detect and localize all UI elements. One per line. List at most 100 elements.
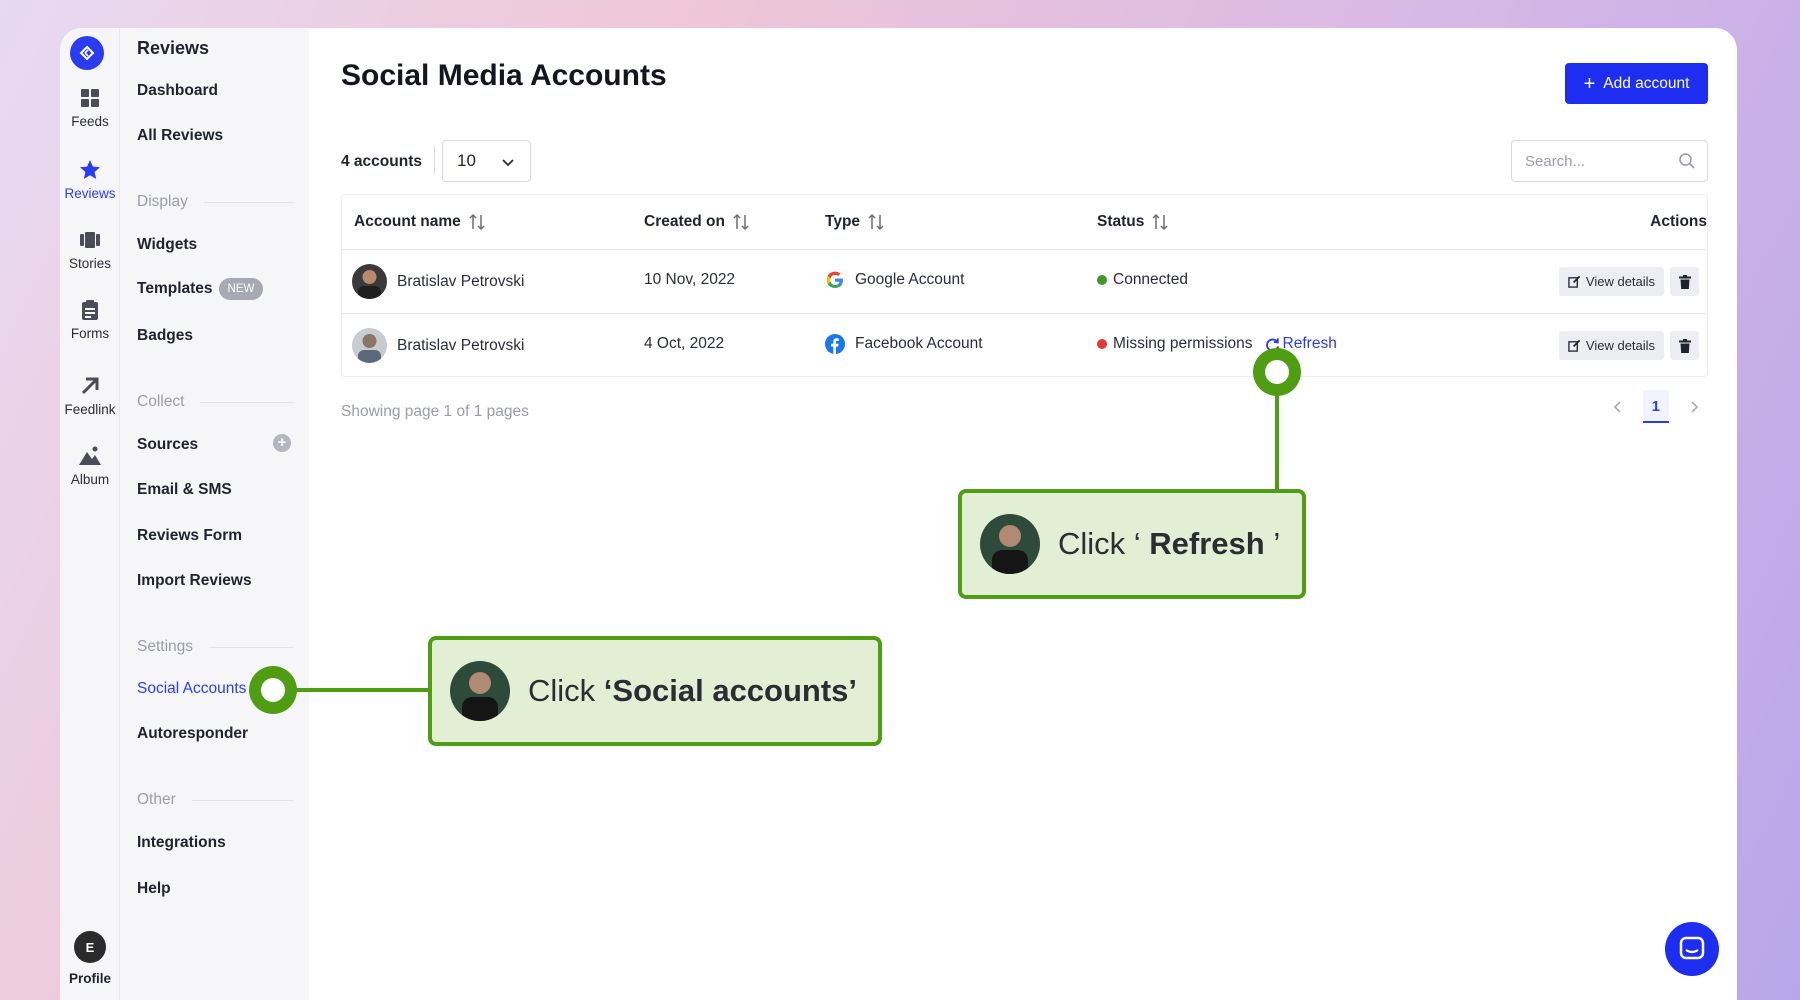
grid-icon bbox=[81, 89, 99, 107]
search-placeholder: Search... bbox=[1525, 152, 1586, 170]
sidebar-item-help[interactable]: Help bbox=[137, 880, 171, 898]
column-header-created[interactable]: Created on bbox=[644, 213, 749, 231]
type-cell: Facebook Account bbox=[825, 334, 983, 354]
sort-icon bbox=[469, 213, 485, 231]
chat-launcher-button[interactable] bbox=[1665, 922, 1719, 976]
per-page-select[interactable]: 10 bbox=[442, 140, 531, 182]
search-icon bbox=[1679, 153, 1695, 169]
search-input[interactable]: Search... bbox=[1511, 140, 1708, 182]
clipboard-icon bbox=[82, 300, 98, 320]
rail-label: Reviews bbox=[64, 186, 116, 201]
add-account-button[interactable]: + Add account bbox=[1565, 63, 1708, 104]
sort-icon bbox=[733, 213, 749, 231]
new-badge: NEW bbox=[218, 278, 264, 300]
sidebar-item-reviews-form[interactable]: Reviews Form bbox=[137, 527, 242, 545]
view-details-button[interactable]: View details bbox=[1559, 267, 1664, 296]
presenter-avatar bbox=[980, 514, 1040, 574]
table-row: Bratislav Petrovski 4 Oct, 2022 Facebook… bbox=[342, 313, 1707, 376]
sidebar-item-integrations[interactable]: Integrations bbox=[137, 834, 226, 852]
rail-label: Feeds bbox=[71, 114, 109, 129]
avatar: E bbox=[74, 931, 106, 963]
account-name: Bratislav Petrovski bbox=[397, 336, 525, 354]
chevron-left-icon[interactable] bbox=[1613, 400, 1623, 413]
sidebar-item-badges[interactable]: Badges bbox=[137, 327, 193, 345]
per-page-value: 10 bbox=[457, 151, 476, 170]
pagination-summary: Showing page 1 of 1 pages bbox=[341, 403, 529, 420]
sidebar-item-dashboard[interactable]: Dashboard bbox=[137, 82, 218, 100]
callout-text: Click ‘Social accounts’ bbox=[528, 673, 857, 709]
add-source-icon[interactable]: + bbox=[273, 434, 291, 452]
section-other: Other bbox=[137, 791, 293, 809]
section-label: Other bbox=[137, 791, 176, 808]
sidebar-item-all-reviews[interactable]: All Reviews bbox=[137, 127, 223, 145]
table-header: Account name Created on Type Status Acti… bbox=[342, 195, 1707, 250]
rail-item-forms[interactable]: Forms bbox=[60, 298, 120, 341]
sort-icon bbox=[1152, 213, 1168, 231]
chevron-right-icon[interactable] bbox=[1689, 400, 1699, 413]
sidebar-item-social-accounts[interactable]: Social Accounts bbox=[137, 680, 246, 698]
column-label: Actions bbox=[1650, 213, 1707, 230]
page-button[interactable]: 1 bbox=[1642, 390, 1669, 423]
column-label: Type bbox=[825, 213, 861, 230]
callout-pin bbox=[249, 666, 297, 714]
sidebar-item-templates[interactable]: Templates NEW bbox=[137, 278, 264, 300]
profile-label: Profile bbox=[68, 971, 111, 986]
refresh-label: Refresh bbox=[1282, 335, 1337, 352]
icon-rail: Feeds Reviews Stories Forms Feedlink Alb… bbox=[60, 28, 120, 1000]
rail-item-feedlink[interactable]: Feedlink bbox=[60, 374, 120, 417]
mountain-icon bbox=[79, 446, 101, 465]
trash-icon bbox=[1678, 338, 1691, 353]
page-title: Social Media Accounts bbox=[341, 59, 667, 92]
rail-label: Stories bbox=[68, 256, 112, 271]
sidebar-item-sources[interactable]: Sources bbox=[137, 436, 198, 454]
callout-refresh: Click ‘ Refresh ’ bbox=[958, 489, 1306, 599]
created-cell: 10 Nov, 2022 bbox=[644, 271, 736, 288]
column-header-status[interactable]: Status bbox=[1097, 213, 1168, 231]
rail-label: Album bbox=[70, 472, 110, 487]
app-logo-icon[interactable] bbox=[70, 36, 104, 70]
column-header-account[interactable]: Account name bbox=[354, 213, 485, 231]
status-dot bbox=[1097, 275, 1107, 285]
section-collect: Collect bbox=[137, 393, 293, 411]
callout-connector bbox=[290, 688, 430, 692]
arrow-up-right-icon bbox=[81, 377, 99, 395]
view-details-button[interactable]: View details bbox=[1559, 331, 1664, 360]
account-type: Facebook Account bbox=[855, 335, 983, 352]
rail-label: Feedlink bbox=[64, 402, 116, 417]
callout-text: Click ‘ Refresh ’ bbox=[1058, 526, 1280, 562]
sidebar-item-email-sms[interactable]: Email & SMS bbox=[137, 481, 232, 499]
column-label: Created on bbox=[644, 213, 725, 230]
rail-item-reviews[interactable]: Reviews bbox=[60, 158, 120, 201]
stories-icon bbox=[80, 232, 100, 248]
delete-button[interactable] bbox=[1670, 331, 1699, 360]
pagination: 1 bbox=[1613, 390, 1699, 423]
rail-item-stories[interactable]: Stories bbox=[60, 228, 120, 271]
sidebar-item-widgets[interactable]: Widgets bbox=[137, 236, 197, 254]
account-cell: Bratislav Petrovski bbox=[352, 328, 524, 363]
callout-suffix: ’ bbox=[1264, 526, 1281, 561]
trash-icon bbox=[1678, 274, 1691, 289]
rail-label: Forms bbox=[70, 326, 110, 341]
account-type: Google Account bbox=[855, 271, 965, 288]
callout-pin bbox=[1253, 348, 1301, 396]
section-display: Display bbox=[137, 193, 293, 211]
callout-prefix: Click ‘ bbox=[1058, 526, 1150, 561]
account-count: 4 accounts bbox=[341, 153, 422, 170]
column-header-type[interactable]: Type bbox=[825, 213, 884, 231]
chevron-down-icon bbox=[502, 159, 514, 167]
plus-icon: + bbox=[1583, 72, 1596, 95]
created-cell: 4 Oct, 2022 bbox=[644, 335, 725, 352]
rail-item-album[interactable]: Album bbox=[60, 444, 120, 487]
column-label: Status bbox=[1097, 213, 1145, 230]
rail-item-feeds[interactable]: Feeds bbox=[60, 86, 120, 129]
sort-icon bbox=[868, 213, 884, 231]
account-cell: Bratislav Petrovski bbox=[352, 264, 524, 299]
status-cell: Missing permissions Refresh bbox=[1097, 335, 1337, 353]
sidebar-item-import-reviews[interactable]: Import Reviews bbox=[137, 572, 252, 590]
avatar bbox=[352, 264, 387, 299]
delete-button[interactable] bbox=[1670, 267, 1699, 296]
sidebar-item-autoresponder[interactable]: Autoresponder bbox=[137, 725, 248, 743]
type-cell: Google Account bbox=[825, 270, 964, 290]
section-label: Display bbox=[137, 193, 188, 210]
profile-button[interactable]: E Profile bbox=[60, 931, 120, 986]
